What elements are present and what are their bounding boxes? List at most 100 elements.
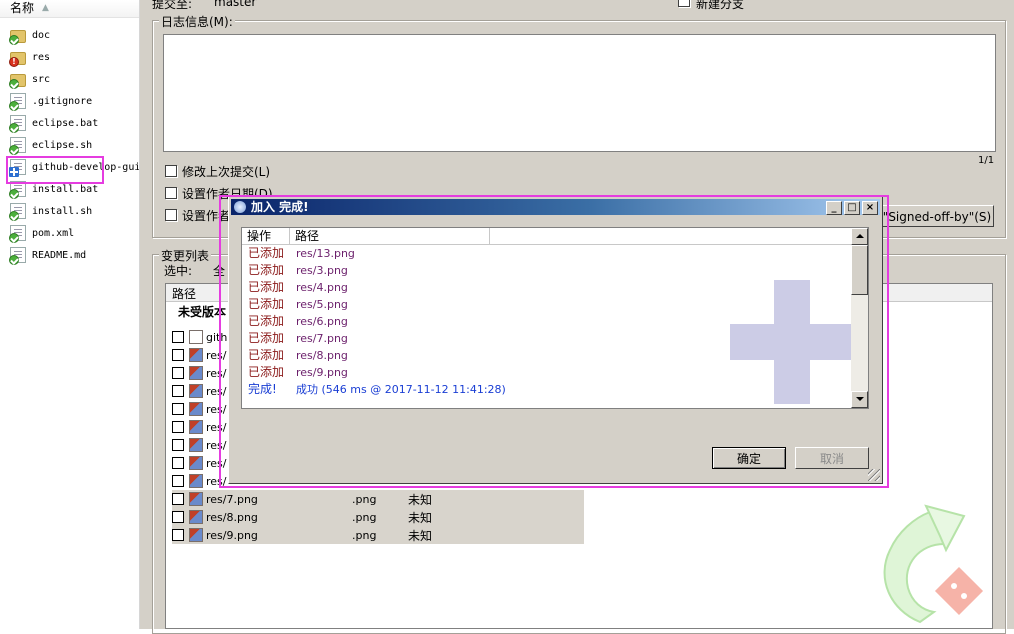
file-icon bbox=[9, 247, 26, 265]
message-line-counter: 1/1 bbox=[978, 155, 995, 166]
select-label: 选中: bbox=[164, 264, 193, 278]
folder-icon: ! bbox=[9, 51, 26, 67]
file-name: doc bbox=[32, 29, 51, 41]
tortoisegit-watermark-logo bbox=[883, 504, 984, 624]
file-item[interactable]: doc bbox=[9, 25, 139, 45]
log-action: 已添加 bbox=[248, 365, 285, 379]
image-file-icon bbox=[189, 456, 203, 470]
image-file-icon bbox=[189, 474, 203, 488]
maximize-button[interactable]: □ bbox=[844, 201, 860, 215]
file-icon bbox=[9, 93, 26, 111]
tortoise-app-icon bbox=[234, 201, 246, 213]
table-row[interactable]: res/9.png .png 未知 bbox=[172, 526, 584, 544]
log-action: 已添加 bbox=[248, 348, 285, 362]
row-checkbox[interactable] bbox=[172, 403, 184, 415]
row-extension: .png bbox=[352, 528, 377, 542]
row-checkbox[interactable] bbox=[172, 367, 184, 379]
file-name: github-develop-gui bbox=[32, 161, 140, 173]
file-name: eclipse.bat bbox=[32, 117, 99, 129]
column-header-path[interactable]: 路径 bbox=[172, 285, 196, 302]
file-icon bbox=[9, 115, 26, 133]
ok-button[interactable]: 确定 bbox=[712, 447, 786, 469]
image-file-icon bbox=[189, 348, 203, 362]
row-checkbox[interactable] bbox=[172, 511, 184, 523]
signoff-button[interactable]: 加"Signed-off-by"(S) bbox=[868, 205, 994, 227]
row-extension: .png bbox=[352, 510, 377, 524]
image-file-icon bbox=[189, 402, 203, 416]
modified-overlay-icon: ! bbox=[9, 56, 19, 67]
file-item[interactable]: README.md bbox=[9, 245, 139, 265]
done-action-text: 完成! bbox=[248, 382, 277, 396]
scroll-thumb[interactable] bbox=[851, 245, 868, 295]
resize-grip[interactable] bbox=[868, 469, 880, 481]
row-checkbox[interactable] bbox=[172, 385, 184, 397]
set-author-date-checkbox[interactable] bbox=[165, 187, 177, 199]
file-name: eclipse.sh bbox=[32, 139, 93, 151]
column-header-path[interactable]: 路径 bbox=[290, 228, 490, 245]
row-checkbox[interactable] bbox=[172, 439, 184, 451]
row-checkbox[interactable] bbox=[172, 493, 184, 505]
sort-ascending-icon: ▲ bbox=[42, 3, 49, 13]
set-author-label: 设置作者 bbox=[182, 209, 231, 223]
column-header-action[interactable]: 操作 bbox=[242, 228, 290, 245]
operation-log-list: 操作 路径 已添加 res/13.png 已添加 res/3.png 已添加 res/4.… bbox=[241, 227, 869, 409]
column-header-name[interactable]: 名称 ▲ bbox=[0, 0, 139, 18]
row-checkbox[interactable] bbox=[172, 529, 184, 541]
scroll-up-arrow[interactable] bbox=[851, 228, 868, 245]
table-row[interactable]: res/7.png .png 未知 bbox=[172, 490, 584, 508]
amend-label: 修改上次提交(L) bbox=[182, 165, 271, 179]
log-path: res/7.png bbox=[296, 332, 348, 345]
file-item[interactable]: .gitignore bbox=[9, 91, 139, 111]
file-item[interactable]: src bbox=[9, 69, 139, 89]
row-checkbox[interactable] bbox=[172, 349, 184, 361]
log-path: res/9.png bbox=[296, 366, 348, 379]
file-item[interactable]: install.sh bbox=[9, 201, 139, 221]
log-path: res/8.png bbox=[296, 349, 348, 362]
file-item[interactable]: eclipse.bat bbox=[9, 113, 139, 133]
table-row[interactable]: res/8.png .png 未知 bbox=[172, 508, 584, 526]
log-scrollbar[interactable] bbox=[851, 228, 868, 408]
image-file-icon bbox=[189, 510, 203, 524]
row-checkbox[interactable] bbox=[172, 475, 184, 487]
file-item[interactable]: github-develop-gui bbox=[9, 157, 140, 177]
cancel-button[interactable]: 取消 bbox=[795, 447, 869, 469]
set-author-checkbox[interactable] bbox=[165, 209, 177, 221]
close-button[interactable]: × bbox=[862, 201, 878, 215]
scroll-down-arrow[interactable] bbox=[851, 391, 868, 408]
file-item[interactable]: pom.xml bbox=[9, 223, 139, 243]
log-row[interactable]: 已添加 res/3.png bbox=[242, 262, 852, 279]
row-status: 未知 bbox=[408, 510, 433, 525]
normal-overlay-icon bbox=[9, 78, 19, 89]
row-checkbox[interactable] bbox=[172, 421, 184, 433]
normal-overlay-icon bbox=[9, 211, 19, 221]
minimize-button[interactable]: _ bbox=[826, 201, 842, 215]
commit-message-input[interactable] bbox=[163, 34, 996, 152]
message-label: 日志信息(M): bbox=[159, 13, 235, 30]
column-header-label: 名称 bbox=[10, 1, 35, 15]
new-branch-label: 新建分支 bbox=[696, 0, 745, 11]
file-item[interactable]: eclipse.sh bbox=[9, 135, 139, 155]
row-path: res/8.png bbox=[206, 510, 258, 524]
file-icon bbox=[9, 203, 26, 221]
file-item[interactable]: ! res bbox=[9, 47, 139, 67]
row-checkbox[interactable] bbox=[172, 457, 184, 469]
amend-checkbox[interactable] bbox=[165, 165, 177, 177]
file-item[interactable]: install.bat bbox=[9, 179, 139, 199]
normal-overlay-icon bbox=[9, 233, 19, 243]
log-action: 已添加 bbox=[248, 263, 285, 277]
select-all-link[interactable]: 全 bbox=[213, 262, 225, 279]
dialog-title: 加入 完成! bbox=[251, 200, 309, 214]
file-name: pom.xml bbox=[32, 227, 75, 239]
log-action: 已添加 bbox=[248, 280, 285, 294]
dialog-titlebar[interactable]: 加入 完成! _ □ × bbox=[231, 199, 880, 215]
image-file-icon bbox=[189, 420, 203, 434]
row-checkbox[interactable] bbox=[172, 331, 184, 343]
new-branch-checkbox[interactable] bbox=[678, 0, 690, 7]
file-name: install.bat bbox=[32, 183, 99, 195]
file-name: src bbox=[32, 73, 51, 85]
log-row[interactable]: 已添加 res/13.png bbox=[242, 245, 852, 262]
row-status: 未知 bbox=[408, 528, 433, 543]
row-path: res/9.png bbox=[206, 528, 258, 542]
normal-overlay-icon bbox=[9, 255, 19, 265]
normal-overlay-icon bbox=[9, 34, 19, 45]
